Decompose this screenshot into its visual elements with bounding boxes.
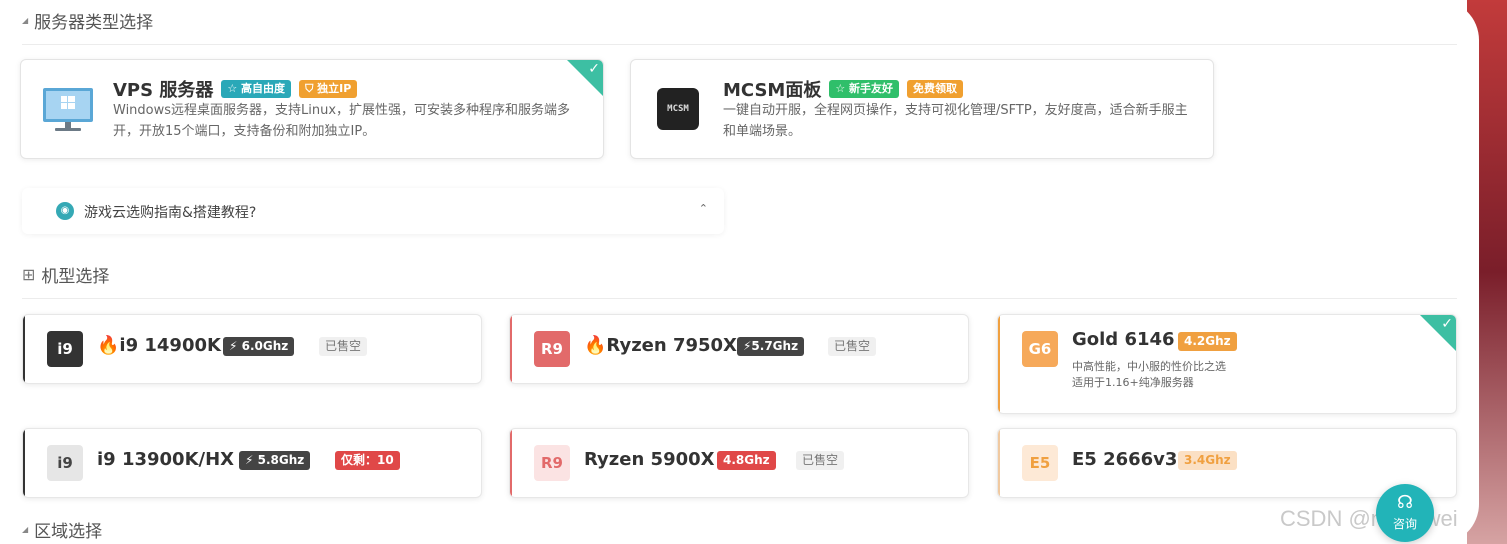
eye-icon: ◉	[56, 202, 74, 220]
cpu-name: Ryzen 5900X	[584, 449, 715, 470]
cpu-name: E5 2666v3	[1072, 449, 1178, 470]
cpu-card-gold-6146[interactable]: G6 Gold 6146 4.2Ghz 中高性能，中小服的性价比之选 适用于1.…	[997, 314, 1457, 414]
guide-text: 游戏云选购指南&搭建教程?	[84, 205, 257, 221]
consult-label: 咨询	[1392, 517, 1417, 531]
cpu-name: 🔥i9 14900K	[97, 335, 221, 356]
section-title-region: ◢ 区域选择	[22, 517, 102, 542]
section-title-cpu: ⊞ 机型选择	[22, 262, 109, 287]
cpu-card-ryzen-7950x[interactable]: R9 🔥Ryzen 7950X ⚡5.7Ghz 已售空	[509, 314, 969, 384]
stock-remaining-badge: 仅剩：10	[335, 451, 400, 470]
speed-badge: ⚡5.7Ghz	[737, 337, 805, 356]
check-icon: ✓	[588, 61, 600, 77]
cpu-card-i9-13900k[interactable]: i9 i9 13900K/HX ⚡ 5.8Ghz 仅剩：10	[22, 428, 482, 498]
cpu-badge: R9	[534, 445, 570, 481]
cpu-description: 中高性能，中小服的性价比之选 适用于1.16+纯净服务器	[1072, 360, 1226, 389]
divider	[22, 298, 1457, 299]
card-accent-bar	[998, 429, 1000, 497]
card-accent-bar	[23, 429, 25, 497]
cpu-badge: R9	[534, 331, 570, 367]
cpu-badge: G6	[1022, 331, 1058, 367]
speed-badge: 4.8Ghz	[717, 451, 776, 470]
triangle-icon: ◢	[22, 16, 29, 25]
service-card-vps[interactable]: VPS 服务器 ☆ 高自由度 ⛉ 独立IP Windows远程桌面服务器，支持L…	[20, 59, 604, 159]
speed-badge: 3.4Ghz	[1178, 451, 1237, 470]
consult-button[interactable]: ☊ 咨询	[1376, 484, 1434, 542]
speed-badge: ⚡ 5.8Ghz	[239, 451, 311, 470]
cpu-badge: E5	[1022, 445, 1058, 481]
tag-free: 免费领取	[907, 80, 964, 98]
card-accent-bar	[23, 315, 25, 383]
service-description: Windows远程桌面服务器，支持Linux，扩展性强，可安装多种程序和服务端多…	[113, 103, 571, 139]
check-icon: ✓	[1441, 316, 1453, 332]
card-accent-bar	[510, 315, 512, 383]
cpu-name: Gold 6146	[1072, 329, 1175, 350]
divider	[22, 44, 1457, 45]
status-badge: 已售空	[828, 337, 877, 356]
guide-accordion[interactable]: ◉ 游戏云选购指南&搭建教程? ⌃	[22, 188, 724, 234]
chip-icon: ⊞	[22, 265, 36, 284]
cpu-name: i9 13900K/HX	[97, 449, 235, 470]
tag-dedicated-ip: ⛉ 独立IP	[299, 80, 358, 98]
cpu-card-i9-14900k[interactable]: i9 🔥i9 14900K ⚡ 6.0Ghz 已售空	[22, 314, 482, 384]
chevron-up-icon[interactable]: ⌃	[699, 202, 708, 215]
mcsm-logo-icon: MCSM	[657, 88, 699, 130]
windows-monitor-icon	[41, 82, 95, 136]
card-accent-bar	[998, 315, 1000, 413]
section-label: 机型选择	[41, 267, 110, 287]
service-title: VPS 服务器 ☆ 高自由度 ⛉ 独立IP	[113, 76, 358, 102]
tag-high-freedom: ☆ 高自由度	[221, 80, 292, 98]
service-card-mcsm[interactable]: MCSM MCSM面板 ☆ 新手友好 免费领取 一键自动开服，全程网页操作，支持…	[630, 59, 1214, 159]
section-title-server-type: ◢ 服务器类型选择	[22, 8, 153, 33]
cpu-card-ryzen-5900x[interactable]: R9 Ryzen 5900X 4.8Ghz 已售空	[509, 428, 969, 498]
cpu-badge: i9	[47, 331, 83, 367]
headset-icon: ☊	[1397, 492, 1413, 513]
section-label: 服务器类型选择	[34, 13, 154, 33]
cpu-badge: i9	[47, 445, 83, 481]
service-title: MCSM面板 ☆ 新手友好 免费领取	[723, 76, 964, 102]
triangle-icon: ◢	[22, 525, 29, 534]
cpu-card-e5-2666v3[interactable]: E5 E5 2666v3 3.4Ghz	[997, 428, 1457, 498]
section-label: 区域选择	[34, 522, 103, 542]
status-badge: 已售空	[319, 337, 368, 356]
card-accent-bar	[510, 429, 512, 497]
speed-badge: 4.2Ghz	[1178, 332, 1237, 351]
speed-badge: ⚡ 6.0Ghz	[223, 337, 295, 356]
service-description: 一键自动开服，全程网页操作，支持可视化管理/SFTP，友好度高，适合新手服主和单…	[723, 103, 1188, 139]
cpu-name: 🔥Ryzen 7950X	[584, 335, 737, 356]
tag-beginner-friendly: ☆ 新手友好	[829, 80, 900, 98]
status-badge: 已售空	[796, 451, 845, 470]
